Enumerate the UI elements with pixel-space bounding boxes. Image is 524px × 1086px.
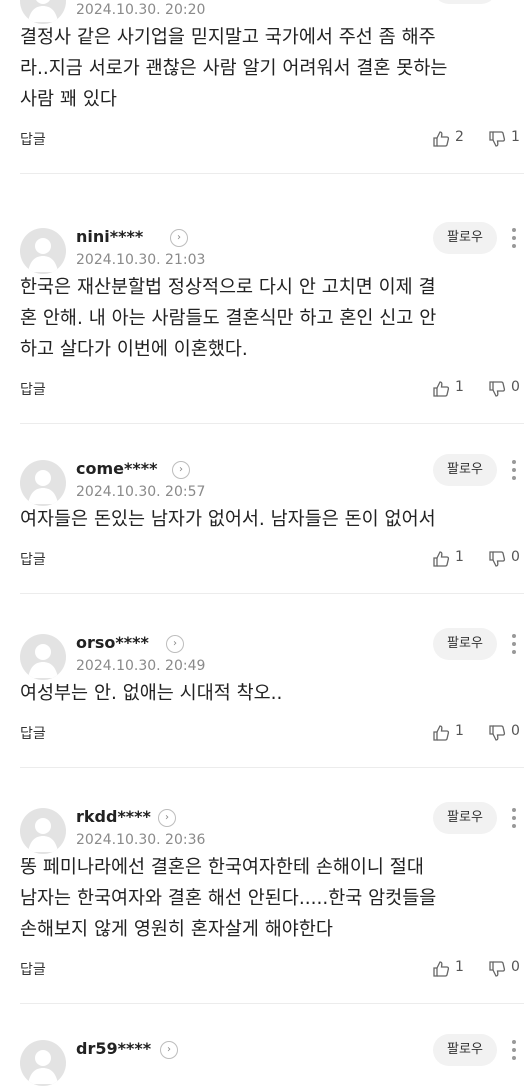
- reply-button[interactable]: 답글: [20, 379, 46, 399]
- dislike-count: 0: [511, 959, 520, 975]
- comment-date: 2024.10.30. 20:57: [76, 484, 206, 500]
- reply-button[interactable]: 답글: [20, 129, 46, 149]
- like-count: 1: [455, 379, 464, 395]
- more-options-icon[interactable]: [506, 454, 522, 486]
- comment-footer: 답글 1 0: [20, 549, 524, 573]
- comment-text: 똥 페미나라에선 결혼은 한국여자한테 손해이니 절대 남자는 한국여자와 결혼…: [20, 857, 437, 940]
- comment-date: 2024.10.30. 20:36: [76, 832, 206, 848]
- comment-footer: 답글 1 0: [20, 723, 524, 747]
- comment-divider: [20, 423, 524, 424]
- comment-text: 한국은 재산분할법 정상적으로 다시 안 고치면 이제 결 혼 안해. 내 아는…: [20, 277, 437, 360]
- follow-button[interactable]: 팔로우: [433, 222, 497, 254]
- more-options-icon[interactable]: [506, 222, 522, 254]
- username[interactable]: come****: [76, 459, 157, 478]
- avatar[interactable]: [20, 634, 66, 680]
- follow-button[interactable]: 팔로우: [433, 802, 497, 834]
- username[interactable]: rkdd****: [76, 807, 151, 826]
- like-count: 1: [455, 549, 464, 565]
- reply-button[interactable]: 답글: [20, 549, 46, 569]
- comment-text: 여자들은 돈있는 남자가 없어서. 남자들은 돈이 없어서: [20, 509, 436, 530]
- follow-button[interactable]: 팔로우: [433, 628, 497, 660]
- dislike-count: 1: [511, 129, 520, 145]
- thumbs-down-icon[interactable]: [488, 550, 506, 572]
- avatar[interactable]: [20, 1040, 66, 1086]
- follow-button[interactable]: 팔로우: [433, 0, 497, 4]
- thumbs-up-icon[interactable]: [432, 550, 450, 572]
- follow-button[interactable]: 팔로우: [433, 1034, 497, 1066]
- reply-button[interactable]: 답글: [20, 723, 46, 743]
- username[interactable]: orso****: [76, 633, 149, 652]
- comment-text: 결정사 같은 사기업을 믿지말고 국가에서 주선 좀 해주 라..지금 서로가 …: [20, 27, 448, 110]
- comment-divider: [20, 593, 524, 594]
- thumbs-down-icon[interactable]: [488, 724, 506, 746]
- comment-divider: [20, 767, 524, 768]
- avatar[interactable]: [20, 460, 66, 506]
- thumbs-up-icon[interactable]: [432, 130, 450, 152]
- chevron-right-icon[interactable]: ›: [158, 809, 176, 827]
- avatar[interactable]: [20, 228, 66, 274]
- more-options-icon[interactable]: [506, 628, 522, 660]
- chevron-right-icon[interactable]: ›: [160, 1041, 178, 1059]
- username[interactable]: dr59****: [76, 1039, 151, 1058]
- comment-divider: [20, 173, 524, 174]
- dislike-count: 0: [511, 549, 520, 565]
- more-options-icon[interactable]: [506, 802, 522, 834]
- comment-footer: 답글 1 0: [20, 959, 524, 983]
- follow-button[interactable]: 팔로우: [433, 454, 497, 486]
- like-count: 2: [455, 129, 464, 145]
- avatar[interactable]: [20, 0, 66, 24]
- comment-date: 2024.10.30. 21:03: [76, 252, 206, 268]
- chevron-right-icon[interactable]: ›: [172, 461, 190, 479]
- comment-date: 2024.10.30. 20:49: [76, 658, 206, 674]
- more-options-icon[interactable]: [506, 0, 522, 4]
- like-count: 1: [455, 959, 464, 975]
- thumbs-up-icon[interactable]: [432, 380, 450, 402]
- thumbs-down-icon[interactable]: [488, 130, 506, 152]
- chevron-right-icon[interactable]: ›: [170, 229, 188, 247]
- chevron-right-icon[interactable]: ›: [166, 635, 184, 653]
- comment-footer: 답글 2 1: [20, 129, 524, 153]
- thumbs-down-icon[interactable]: [488, 380, 506, 402]
- username[interactable]: nini****: [76, 227, 143, 246]
- more-options-icon[interactable]: [506, 1034, 522, 1066]
- comment-date: 2024.10.30. 20:20: [76, 2, 206, 18]
- reply-button[interactable]: 답글: [20, 959, 46, 979]
- thumbs-up-icon[interactable]: [432, 960, 450, 982]
- comment-footer: 답글 1 0: [20, 379, 524, 403]
- comment-divider: [20, 1003, 524, 1004]
- avatar[interactable]: [20, 808, 66, 854]
- thumbs-up-icon[interactable]: [432, 724, 450, 746]
- dislike-count: 0: [511, 379, 520, 395]
- dislike-count: 0: [511, 723, 520, 739]
- thumbs-down-icon[interactable]: [488, 960, 506, 982]
- like-count: 1: [455, 723, 464, 739]
- comment-text: 여성부는 안. 없애는 시대적 착오..: [20, 683, 283, 704]
